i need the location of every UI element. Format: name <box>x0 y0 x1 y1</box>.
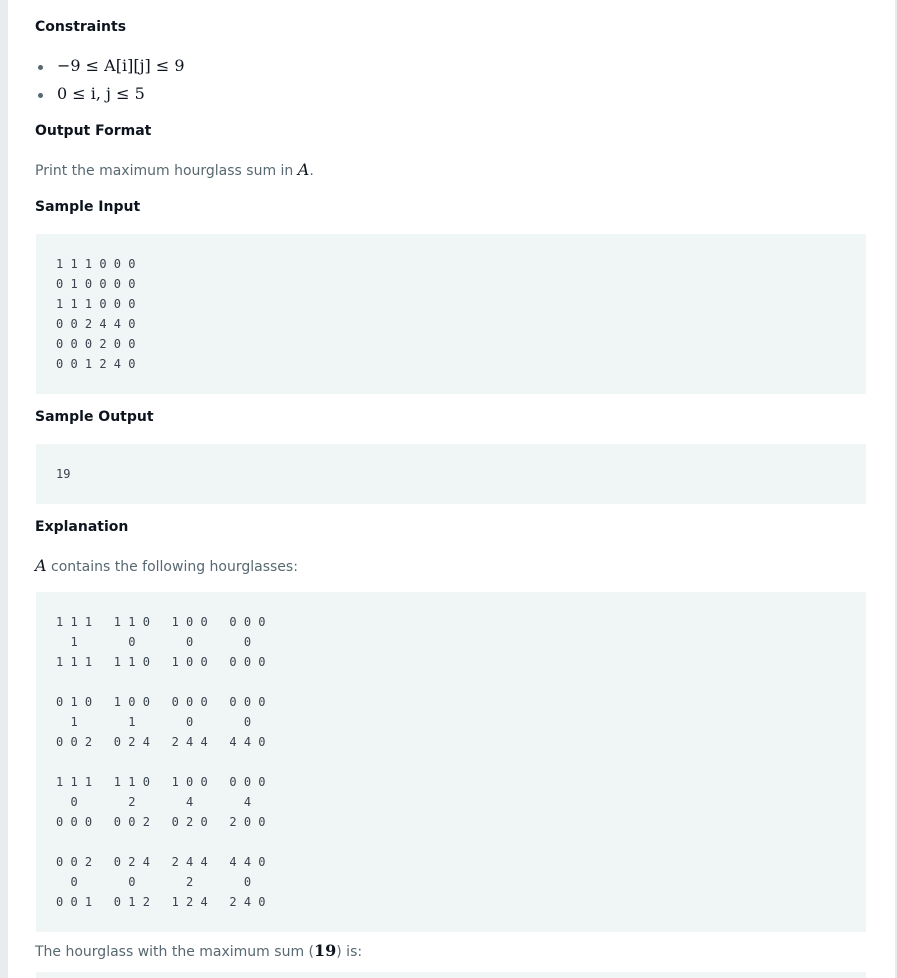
output-format-text: Print the maximum hourglass sum in A. <box>35 160 314 179</box>
input-line: 0 1 0 0 0 0 <box>56 277 136 291</box>
sample-output-block: 19 <box>36 444 866 504</box>
constraint-index-range: 0 ≤ i, j ≤ 5 <box>57 84 145 103</box>
hourglass-row: 0 1 0 1 0 0 0 0 0 0 0 0 1 1 0 0 0 0 2 0 … <box>56 692 266 752</box>
input-line: 0 0 1 2 4 0 <box>56 357 136 371</box>
hourglasses-block: 1 1 1 1 1 0 1 0 0 0 0 0 1 0 0 0 1 1 1 1 … <box>36 592 866 932</box>
next-code-block-edge <box>36 972 866 978</box>
input-line: 0 0 2 4 4 0 <box>56 317 136 331</box>
hourglass-line: 1 1 1 1 1 0 1 0 0 0 0 0 <box>56 615 266 629</box>
hourglass-line: 1 1 1 1 1 0 1 0 0 0 0 0 <box>56 655 266 669</box>
hourglass-line: 0 0 2 0 2 4 2 4 4 4 4 0 <box>56 855 266 869</box>
hourglass-line: 0 1 0 1 0 0 0 0 0 0 0 0 <box>56 695 266 709</box>
hourglass-line: 0 0 1 0 1 2 1 2 4 2 4 0 <box>56 895 266 909</box>
hourglass-line: 0 0 0 0 0 2 0 2 0 2 0 0 <box>56 815 266 829</box>
input-line: 1 1 1 0 0 0 <box>56 297 136 311</box>
constraint-value-range: −9 ≤ A[i][j] ≤ 9 <box>57 56 185 75</box>
hourglass-line: 1 0 0 0 <box>56 635 252 649</box>
explanation-heading: Explanation <box>35 519 129 535</box>
hourglass-row: 1 1 1 1 1 0 1 0 0 0 0 0 1 0 0 0 1 1 1 1 … <box>56 612 266 672</box>
explanation-text: A contains the following hourglasses: <box>35 556 298 575</box>
hourglass-line: 1 1 0 0 <box>56 715 252 729</box>
constraint-item: 0 ≤ i, j ≤ 5 <box>35 82 185 110</box>
input-line: 0 0 0 2 0 0 <box>56 337 136 351</box>
hourglass-line: 0 0 2 0 <box>56 875 252 889</box>
hourglass-line: 0 2 4 4 <box>56 795 252 809</box>
max-hourglass-text: The hourglass with the maximum sum (19) … <box>35 941 363 960</box>
hourglass-line: 1 1 1 1 1 0 1 0 0 0 0 0 <box>56 775 266 789</box>
sample-output-heading: Sample Output <box>35 409 154 425</box>
max-sum-value: 19 <box>314 941 337 960</box>
output-format-heading: Output Format <box>35 123 152 139</box>
hourglass-row: 1 1 1 1 1 0 1 0 0 0 0 0 0 2 4 4 0 0 0 0 … <box>56 772 266 832</box>
sample-input-block: 1 1 1 0 0 0 0 1 0 0 0 0 1 1 1 0 0 0 0 0 … <box>36 234 866 394</box>
problem-statement-card: Constraints −9 ≤ A[i][j] ≤ 9 0 ≤ i, j ≤ … <box>8 0 895 978</box>
constraints-list: −9 ≤ A[i][j] ≤ 9 0 ≤ i, j ≤ 5 <box>35 54 185 110</box>
output-value: 19 <box>56 467 71 481</box>
sample-input-heading: Sample Input <box>35 199 141 215</box>
hourglass-line: 0 0 2 0 2 4 2 4 4 4 4 0 <box>56 735 266 749</box>
hourglass-row: 0 0 2 0 2 4 2 4 4 4 4 0 0 0 2 0 0 0 1 0 … <box>56 852 266 912</box>
constraint-item: −9 ≤ A[i][j] ≤ 9 <box>35 54 185 82</box>
constraints-heading: Constraints <box>35 19 127 35</box>
input-line: 1 1 1 0 0 0 <box>56 257 136 271</box>
